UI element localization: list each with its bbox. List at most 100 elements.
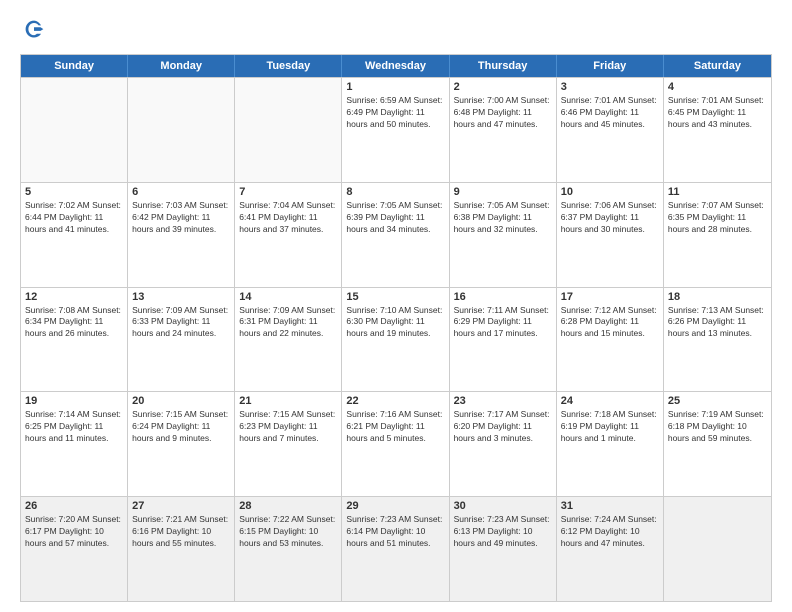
day-number: 9 [454, 186, 552, 198]
page: SundayMondayTuesdayWednesdayThursdayFrid… [0, 0, 792, 612]
day-of-week-wednesday: Wednesday [342, 55, 449, 77]
day-number: 31 [561, 500, 659, 512]
calendar-cell: 5Sunrise: 7:02 AM Sunset: 6:44 PM Daylig… [21, 183, 128, 287]
day-number: 14 [239, 291, 337, 303]
day-of-week-friday: Friday [557, 55, 664, 77]
calendar-cell [235, 78, 342, 182]
day-info: Sunrise: 7:14 AM Sunset: 6:25 PM Dayligh… [25, 409, 123, 445]
calendar-row-3: 19 Sunrise: 7:14 AM Sunset: 6:25 PM Dayli… [21, 391, 771, 496]
calendar-row-1: 5Sunrise: 7:02 AM Sunset: 6:44 PM Daylig… [21, 182, 771, 287]
day-number: 8 [346, 186, 444, 198]
day-info: Sunrise: 7:23 AM Sunset: 6:13 PM Dayligh… [454, 514, 552, 550]
day-info: Sunrise: 7:12 AM Sunset: 6:28 PM Dayligh… [561, 305, 659, 341]
calendar-cell: 17 Sunrise: 7:12 AM Sunset: 6:28 PM Dayli… [557, 288, 664, 392]
calendar-cell: 24 Sunrise: 7:18 AM Sunset: 6:19 PM Dayli… [557, 392, 664, 496]
day-number: 26 [25, 500, 123, 512]
calendar-row-2: 12 Sunrise: 7:08 AM Sunset: 6:34 PM Dayli… [21, 287, 771, 392]
day-number: 6 [132, 186, 230, 198]
day-number: 27 [132, 500, 230, 512]
day-number: 29 [346, 500, 444, 512]
day-number: 20 [132, 395, 230, 407]
day-number: 3 [561, 81, 659, 93]
day-info: Sunrise: 7:23 AM Sunset: 6:14 PM Dayligh… [346, 514, 444, 550]
day-number: 21 [239, 395, 337, 407]
day-number: 24 [561, 395, 659, 407]
day-number: 25 [668, 395, 767, 407]
calendar-cell: 11 Sunrise: 7:07 AM Sunset: 6:35 PM Dayli… [664, 183, 771, 287]
day-info: Sunrise: 7:09 AM Sunset: 6:33 PM Dayligh… [132, 305, 230, 341]
day-number: 1 [346, 81, 444, 93]
day-number: 2 [454, 81, 552, 93]
day-number: 10 [561, 186, 659, 198]
calendar-cell: 2 Sunrise: 7:00 AM Sunset: 6:48 PM Daylig… [450, 78, 557, 182]
calendar-body: 1 Sunrise: 6:59 AM Sunset: 6:49 PM Daylig… [21, 77, 771, 601]
day-number: 18 [668, 291, 767, 303]
day-number: 16 [454, 291, 552, 303]
day-of-week-tuesday: Tuesday [235, 55, 342, 77]
day-number: 23 [454, 395, 552, 407]
day-info: Sunrise: 7:15 AM Sunset: 6:24 PM Dayligh… [132, 409, 230, 445]
calendar-cell: 9Sunrise: 7:05 AM Sunset: 6:38 PM Daylig… [450, 183, 557, 287]
logo [20, 16, 52, 44]
day-number: 22 [346, 395, 444, 407]
calendar-cell: 7 Sunrise: 7:04 AM Sunset: 6:41 PM Daylig… [235, 183, 342, 287]
day-info: Sunrise: 7:09 AM Sunset: 6:31 PM Dayligh… [239, 305, 337, 341]
day-info: Sunrise: 7:13 AM Sunset: 6:26 PM Dayligh… [668, 305, 767, 341]
calendar-cell: 4 Sunrise: 7:01 AM Sunset: 6:45 PM Daylig… [664, 78, 771, 182]
calendar-cell: 8Sunrise: 7:05 AM Sunset: 6:39 PM Daylig… [342, 183, 449, 287]
day-number: 12 [25, 291, 123, 303]
calendar-row-0: 1 Sunrise: 6:59 AM Sunset: 6:49 PM Daylig… [21, 77, 771, 182]
day-number: 17 [561, 291, 659, 303]
day-number: 15 [346, 291, 444, 303]
day-info: Sunrise: 7:08 AM Sunset: 6:34 PM Dayligh… [25, 305, 123, 341]
calendar-cell: 12 Sunrise: 7:08 AM Sunset: 6:34 PM Dayli… [21, 288, 128, 392]
calendar-cell: 3 Sunrise: 7:01 AM Sunset: 6:46 PM Daylig… [557, 78, 664, 182]
day-number: 11 [668, 186, 767, 198]
day-info: Sunrise: 7:06 AM Sunset: 6:37 PM Dayligh… [561, 200, 659, 236]
calendar-cell: 14 Sunrise: 7:09 AM Sunset: 6:31 PM Dayli… [235, 288, 342, 392]
calendar-cell [21, 78, 128, 182]
calendar-header: SundayMondayTuesdayWednesdayThursdayFrid… [21, 55, 771, 77]
day-number: 19 [25, 395, 123, 407]
day-info: Sunrise: 7:01 AM Sunset: 6:45 PM Dayligh… [668, 95, 767, 131]
calendar-cell: 1 Sunrise: 6:59 AM Sunset: 6:49 PM Daylig… [342, 78, 449, 182]
day-info: Sunrise: 7:17 AM Sunset: 6:20 PM Dayligh… [454, 409, 552, 445]
calendar-cell: 28Sunrise: 7:22 AM Sunset: 6:15 PM Dayli… [235, 497, 342, 601]
calendar-cell [128, 78, 235, 182]
day-info: Sunrise: 7:15 AM Sunset: 6:23 PM Dayligh… [239, 409, 337, 445]
day-info: Sunrise: 7:19 AM Sunset: 6:18 PM Dayligh… [668, 409, 767, 445]
day-info: Sunrise: 7:16 AM Sunset: 6:21 PM Dayligh… [346, 409, 444, 445]
calendar-cell: 13Sunrise: 7:09 AM Sunset: 6:33 PM Dayli… [128, 288, 235, 392]
calendar-cell: 30Sunrise: 7:23 AM Sunset: 6:13 PM Dayli… [450, 497, 557, 601]
day-info: Sunrise: 7:11 AM Sunset: 6:29 PM Dayligh… [454, 305, 552, 341]
day-info: Sunrise: 7:20 AM Sunset: 6:17 PM Dayligh… [25, 514, 123, 550]
day-number: 4 [668, 81, 767, 93]
day-of-week-monday: Monday [128, 55, 235, 77]
header [20, 16, 772, 44]
calendar-cell: 15Sunrise: 7:10 AM Sunset: 6:30 PM Dayli… [342, 288, 449, 392]
day-of-week-sunday: Sunday [21, 55, 128, 77]
calendar-cell: 29 Sunrise: 7:23 AM Sunset: 6:14 PM Dayli… [342, 497, 449, 601]
day-info: Sunrise: 7:03 AM Sunset: 6:42 PM Dayligh… [132, 200, 230, 236]
calendar-cell: 25 Sunrise: 7:19 AM Sunset: 6:18 PM Dayli… [664, 392, 771, 496]
calendar-cell: 10 Sunrise: 7:06 AM Sunset: 6:37 PM Dayli… [557, 183, 664, 287]
day-info: Sunrise: 7:00 AM Sunset: 6:48 PM Dayligh… [454, 95, 552, 131]
day-info: Sunrise: 6:59 AM Sunset: 6:49 PM Dayligh… [346, 95, 444, 131]
day-info: Sunrise: 7:21 AM Sunset: 6:16 PM Dayligh… [132, 514, 230, 550]
logo-icon [20, 16, 48, 44]
calendar: SundayMondayTuesdayWednesdayThursdayFrid… [20, 54, 772, 602]
calendar-cell: 27 Sunrise: 7:21 AM Sunset: 6:16 PM Dayli… [128, 497, 235, 601]
day-of-week-thursday: Thursday [450, 55, 557, 77]
calendar-cell: 21 Sunrise: 7:15 AM Sunset: 6:23 PM Dayli… [235, 392, 342, 496]
day-info: Sunrise: 7:04 AM Sunset: 6:41 PM Dayligh… [239, 200, 337, 236]
day-info: Sunrise: 7:18 AM Sunset: 6:19 PM Dayligh… [561, 409, 659, 445]
day-info: Sunrise: 7:02 AM Sunset: 6:44 PM Dayligh… [25, 200, 123, 236]
calendar-cell: 31Sunrise: 7:24 AM Sunset: 6:12 PM Dayli… [557, 497, 664, 601]
day-info: Sunrise: 7:07 AM Sunset: 6:35 PM Dayligh… [668, 200, 767, 236]
calendar-cell: 26 Sunrise: 7:20 AM Sunset: 6:17 PM Dayli… [21, 497, 128, 601]
day-of-week-saturday: Saturday [664, 55, 771, 77]
calendar-cell: 23 Sunrise: 7:17 AM Sunset: 6:20 PM Dayli… [450, 392, 557, 496]
calendar-cell: 18 Sunrise: 7:13 AM Sunset: 6:26 PM Dayli… [664, 288, 771, 392]
day-number: 7 [239, 186, 337, 198]
day-info: Sunrise: 7:01 AM Sunset: 6:46 PM Dayligh… [561, 95, 659, 131]
